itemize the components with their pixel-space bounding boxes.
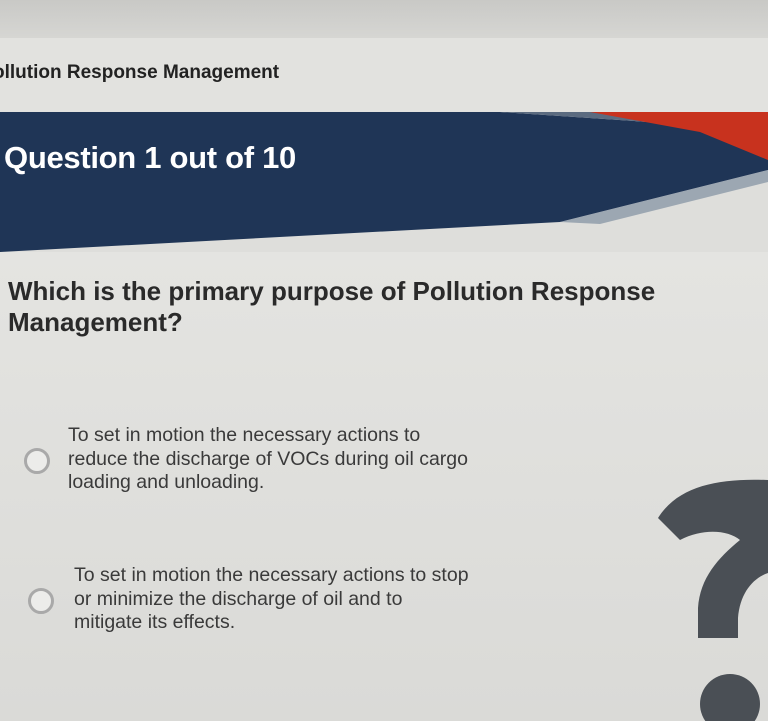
radio-button[interactable] (24, 448, 50, 474)
answer-option-1[interactable]: To set in motion the necessary actions t… (0, 420, 470, 500)
question-mark-icon (658, 479, 768, 721)
answer-option-label: To set in motion the necessary actions t… (68, 424, 468, 493)
top-strip (0, 0, 768, 38)
question-mark-curve (658, 479, 768, 638)
question-banner (0, 112, 768, 252)
question-mark-dot (700, 674, 760, 721)
answer-option-label: To set in motion the necessary actions t… (74, 564, 469, 633)
question-progress: Question 1 out of 10 (4, 140, 296, 175)
banner-graphic (0, 112, 768, 252)
course-title: ollution Response Management (0, 62, 280, 83)
radio-button[interactable] (28, 588, 54, 614)
answer-option-2[interactable]: To set in motion the necessary actions t… (0, 560, 470, 640)
banner-navy-shape (0, 112, 768, 252)
question-text: Which is the primary purpose of Pollutio… (8, 276, 656, 337)
